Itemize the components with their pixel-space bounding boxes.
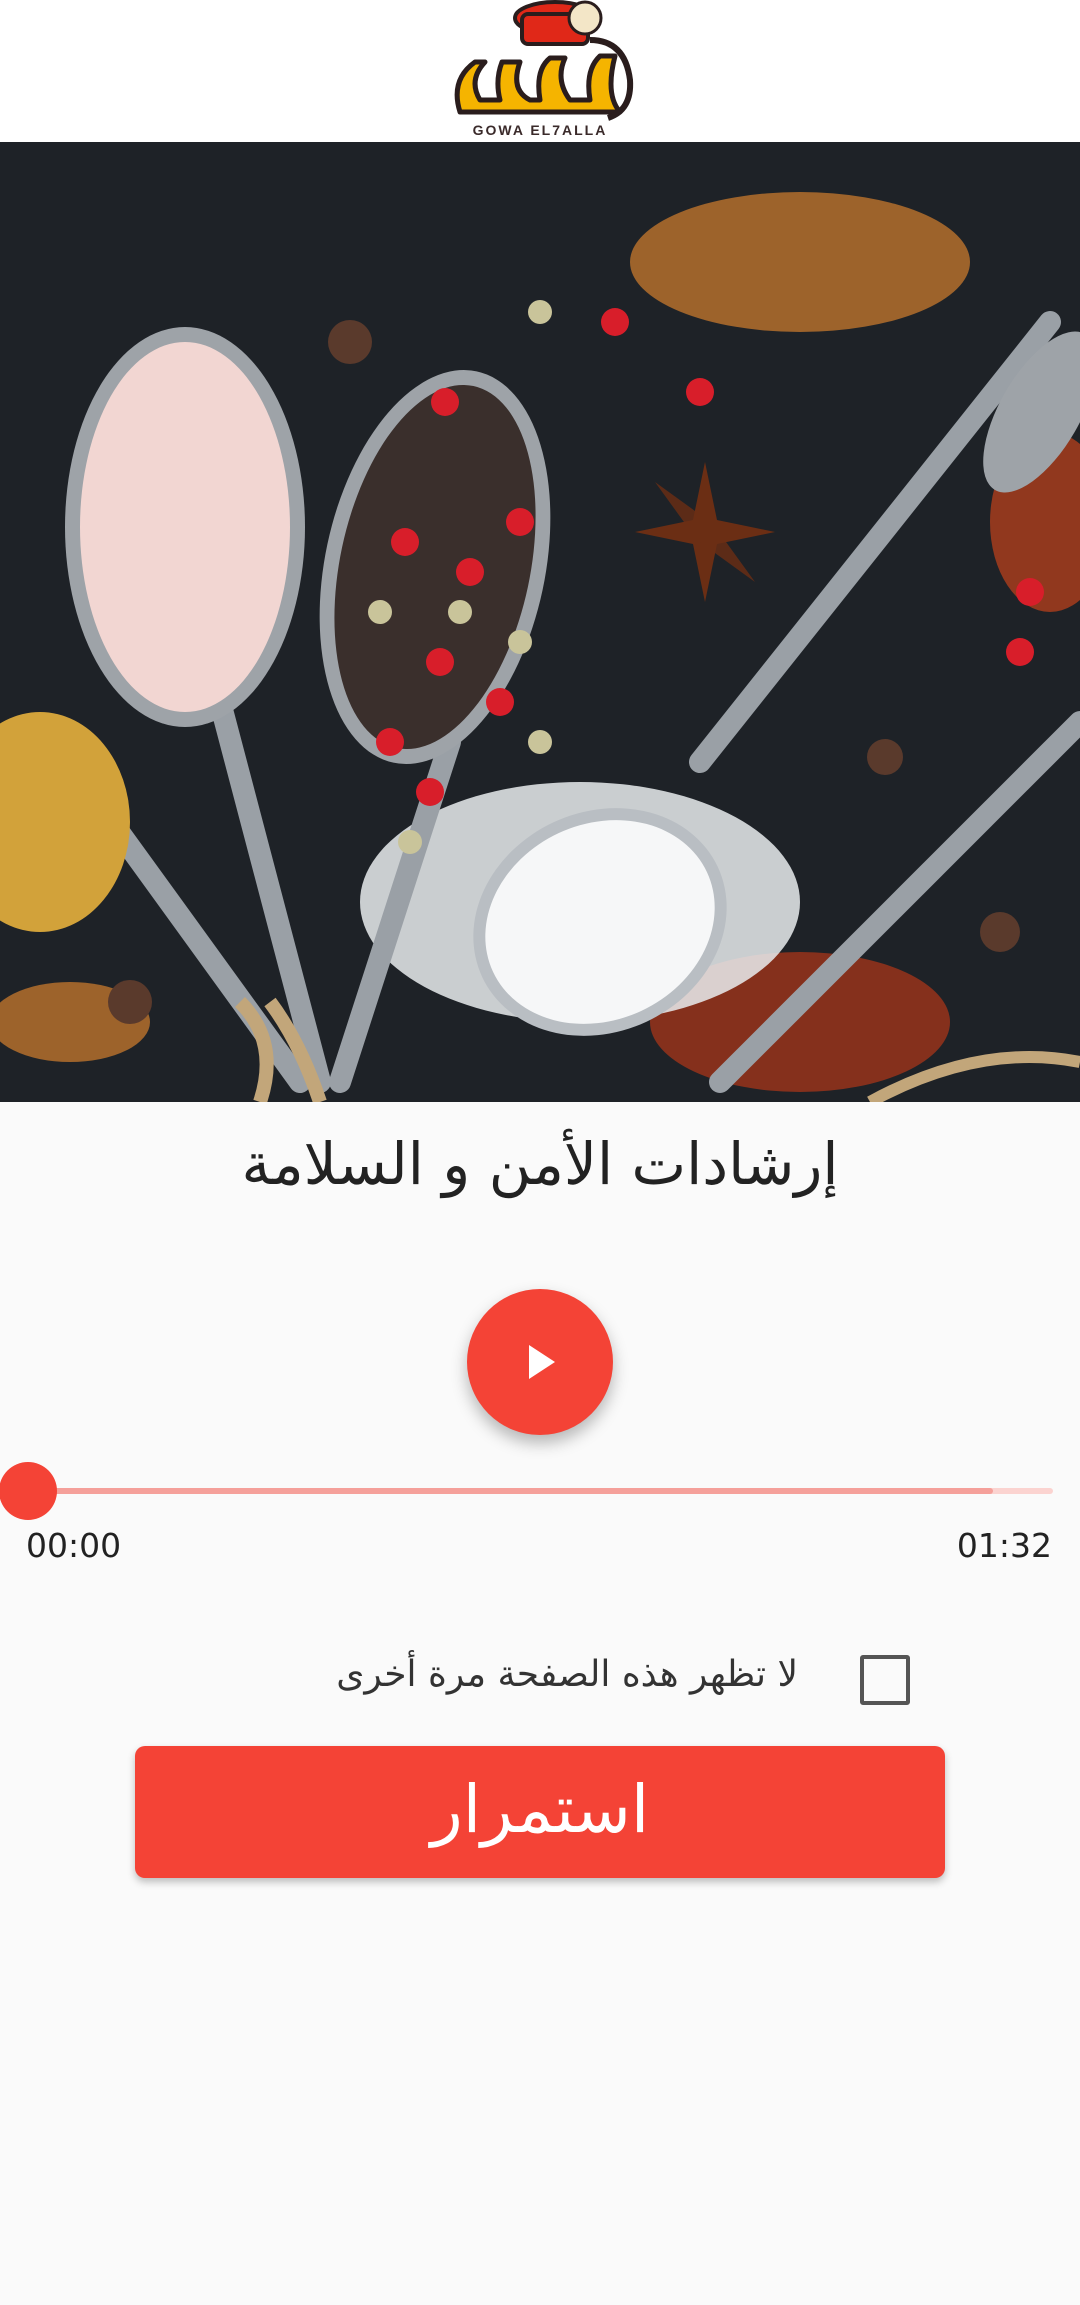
app-logo: GOWA EL7ALLA [440,0,640,142]
dont-show-again-checkbox[interactable] [860,1655,910,1705]
dont-show-again-label: لا تظهر هذه الصفحة مرة أخرى [336,1654,798,1695]
hero-image [0,142,1080,1102]
slider-thumb[interactable] [0,1462,57,1520]
page-title: إرشادات الأمن و السلامة [241,1130,839,1198]
dont-show-again-option[interactable]: لا تظهر هذه الصفحة مرة أخرى [336,1648,910,1708]
slider-buffer [28,1488,993,1494]
current-time: 00:00 [26,1526,122,1565]
play-button[interactable] [467,1289,613,1435]
continue-button[interactable]: استمرار [135,1746,945,1878]
logo-caption: GOWA EL7ALLA [472,122,608,138]
play-icon [529,1345,555,1379]
total-time: 01:32 [956,1526,1052,1565]
audio-progress-slider[interactable] [0,1462,1080,1522]
logo-graphic [454,0,634,121]
app-header: GOWA EL7ALLA [0,0,1080,143]
